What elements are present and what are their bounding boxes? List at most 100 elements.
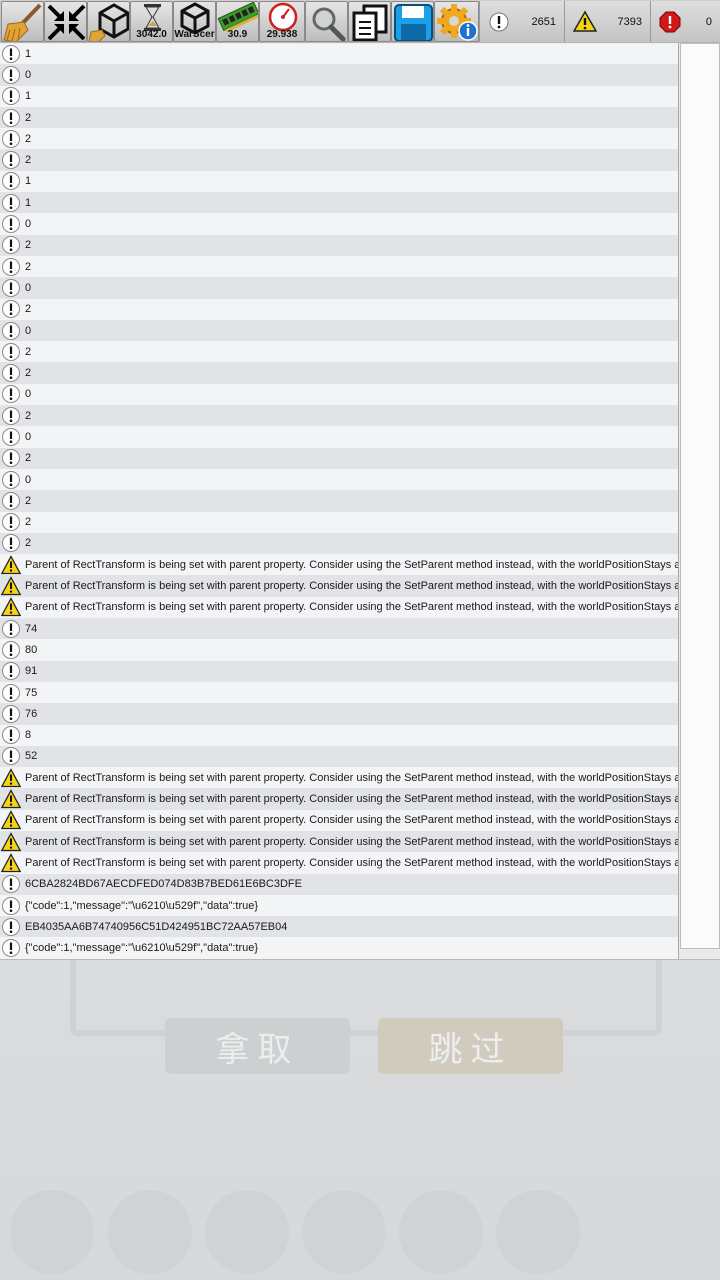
log-row[interactable]: 2 xyxy=(0,149,678,171)
game-panel-frame xyxy=(70,960,662,1036)
log-row[interactable]: 1 xyxy=(0,85,678,107)
game-menu-icon xyxy=(496,1190,580,1274)
log-message: 1 xyxy=(25,90,32,103)
log-row-warning[interactable]: Parent of RectTransform is being set wit… xyxy=(0,767,678,789)
log-row[interactable]: 0 xyxy=(0,64,678,86)
log-message: 80 xyxy=(25,643,38,656)
unity-clear-on-load-button[interactable] xyxy=(87,1,130,42)
log-message: 2 xyxy=(25,367,32,380)
log-row[interactable]: 1 xyxy=(0,43,678,65)
clear-button[interactable] xyxy=(1,1,44,42)
scrollbar-thumb[interactable] xyxy=(680,43,720,949)
log-row[interactable]: 8 xyxy=(0,724,678,746)
collapse-button[interactable] xyxy=(44,1,87,42)
log-scrollbar[interactable] xyxy=(678,43,720,959)
log-row[interactable]: EB4035AA6B74740956C51D424951BC72AA57EB04 xyxy=(0,916,678,938)
log-message: 2 xyxy=(25,239,32,252)
fps-button[interactable]: 29.938 xyxy=(259,1,305,42)
console-toolbar: 3042.0 WarScer 30.9 29.938 2651 7393 0 xyxy=(0,0,720,44)
log-row[interactable]: 2 xyxy=(0,255,678,278)
log-row[interactable]: 0 xyxy=(0,468,678,491)
log-info-icon xyxy=(2,491,20,510)
log-row[interactable]: 0 xyxy=(0,277,678,299)
log-row[interactable]: 0 xyxy=(0,426,678,448)
log-info-icon xyxy=(489,12,509,32)
log-row-warning[interactable]: Parent of RectTransform is being set wit… xyxy=(0,788,678,810)
log-message: 1 xyxy=(25,47,32,60)
warning-icon xyxy=(1,554,21,574)
log-message: 52 xyxy=(25,750,38,763)
log-info-icon xyxy=(2,534,20,553)
log-row-warning[interactable]: Parent of RectTransform is being set wit… xyxy=(0,809,678,831)
scene-button[interactable]: WarScer xyxy=(173,1,216,42)
log-message: {"code":1,"message":"\u6210\u529f","data… xyxy=(25,899,259,912)
log-message: 0 xyxy=(25,281,32,294)
log-row[interactable]: 6CBA2824BD67AECDFED074D83B7BED61E6BC3DFE xyxy=(0,873,678,895)
save-button[interactable] xyxy=(391,1,434,42)
log-row[interactable]: 1 xyxy=(0,170,678,193)
log-info-icon xyxy=(2,193,20,212)
log-row[interactable]: 2 xyxy=(0,362,678,384)
log-row[interactable]: {"code":1,"message":"\u6210\u529f","data… xyxy=(0,937,678,959)
search-button[interactable] xyxy=(305,1,348,42)
log-message: 75 xyxy=(25,686,38,699)
log-count-filter[interactable]: 2651 xyxy=(479,1,564,42)
log-row-warning[interactable]: Parent of RectTransform is being set wit… xyxy=(0,596,678,619)
log-message: 0 xyxy=(25,324,32,337)
log-info-icon xyxy=(2,129,20,148)
warning-icon xyxy=(1,597,21,617)
log-row[interactable]: 74 xyxy=(0,618,678,640)
log-row[interactable]: 2 xyxy=(0,532,678,555)
broom-icon xyxy=(3,3,42,41)
log-row-warning[interactable]: Parent of RectTransform is being set wit… xyxy=(0,575,678,597)
log-message: Parent of RectTransform is being set wit… xyxy=(25,835,678,848)
log-row[interactable]: 1 xyxy=(0,192,678,214)
log-row[interactable]: {"code":1,"message":"\u6210\u529f","data… xyxy=(0,894,678,917)
log-row[interactable]: 80 xyxy=(0,639,678,661)
log-row[interactable]: 2 xyxy=(0,511,678,533)
log-info-icon xyxy=(2,151,20,170)
log-row[interactable]: 2 xyxy=(0,106,678,129)
log-row[interactable]: 0 xyxy=(0,213,678,235)
log-row[interactable]: 2 xyxy=(0,405,678,427)
log-info-icon xyxy=(2,236,20,255)
log-message: 2 xyxy=(25,345,32,358)
log-info-icon xyxy=(2,875,20,894)
log-message: Parent of RectTransform is being set wit… xyxy=(25,793,678,806)
log-info-icon xyxy=(2,683,20,702)
log-row[interactable]: 2 xyxy=(0,447,678,469)
log-row[interactable]: 2 xyxy=(0,490,678,512)
warning-icon xyxy=(573,10,597,32)
log-row-warning[interactable]: Parent of RectTransform is being set wit… xyxy=(0,830,678,853)
log-row-warning[interactable]: Parent of RectTransform is being set wit… xyxy=(0,852,678,874)
settings-button[interactable] xyxy=(434,1,479,42)
error-icon xyxy=(659,11,681,33)
log-row[interactable]: 52 xyxy=(0,745,678,768)
log-message: 1 xyxy=(25,196,32,209)
log-row[interactable]: 2 xyxy=(0,234,678,256)
time-button[interactable]: 3042.0 xyxy=(130,1,173,42)
log-info-icon xyxy=(2,470,20,489)
log-row[interactable]: 0 xyxy=(0,383,678,406)
log-row[interactable]: 0 xyxy=(0,319,678,342)
log-row[interactable]: 75 xyxy=(0,681,678,704)
log-list[interactable]: 1 0 1 2 2 2 1 1 0 2 2 0 2 0 2 2 0 2 0 2 0 2 2 2 Parent of RectTr… xyxy=(0,43,678,959)
log-row[interactable]: 2 xyxy=(0,341,678,363)
log-info-icon xyxy=(2,917,20,936)
error-count-filter[interactable]: 0 xyxy=(650,1,720,42)
log-message: 2 xyxy=(25,537,32,550)
log-message: 8 xyxy=(25,729,32,742)
game-menu-icon xyxy=(302,1190,386,1274)
skip-button[interactable]: 跳过 xyxy=(378,1018,563,1074)
log-row[interactable]: 2 xyxy=(0,128,678,150)
log-count: 2651 xyxy=(531,16,556,28)
copy-button[interactable] xyxy=(348,1,391,42)
take-button[interactable]: 拿取 xyxy=(165,1018,350,1074)
log-message: 2 xyxy=(25,516,32,529)
memory-button[interactable]: 30.9 xyxy=(216,1,259,42)
log-row-warning[interactable]: Parent of RectTransform is being set wit… xyxy=(0,554,678,576)
log-row[interactable]: 2 xyxy=(0,298,678,320)
log-row[interactable]: 91 xyxy=(0,660,678,682)
warning-count-filter[interactable]: 7393 xyxy=(564,1,650,42)
log-row[interactable]: 76 xyxy=(0,703,678,725)
